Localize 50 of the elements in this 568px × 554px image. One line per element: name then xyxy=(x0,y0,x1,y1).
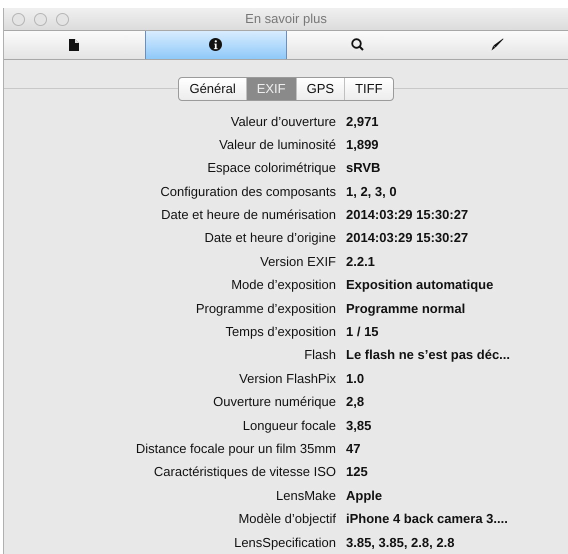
property-label: Espace colorimétrique xyxy=(206,159,336,178)
property-value: 2014:03:29 15:30:27 xyxy=(346,229,468,248)
property-value: 1 / 15 xyxy=(346,323,379,342)
property-label: Valeur d’ouverture xyxy=(230,112,336,131)
property-label: LensSpecification xyxy=(233,534,336,552)
property-label: Date et heure de numérisation xyxy=(160,206,336,224)
window-control-button[interactable] xyxy=(34,13,47,26)
segment-tab[interactable]: TIFF xyxy=(344,78,393,100)
property-label: Ouverture numérique xyxy=(212,393,336,412)
property-label: Version EXIF xyxy=(259,252,336,271)
pen-icon xyxy=(491,38,504,52)
property-value: 1.0 xyxy=(346,370,364,388)
property-value: 3.85, 3.85, 2.8, 2.8 xyxy=(346,534,454,552)
window-control-button[interactable] xyxy=(12,13,25,26)
property-label: Configuration des composants xyxy=(159,182,336,201)
property-label: Caractéristiques de vitesse ISO xyxy=(152,463,336,482)
property-label: Programme d’exposition xyxy=(194,300,336,318)
segment-tab[interactable]: GPS xyxy=(296,78,344,100)
property-value: 3,85 xyxy=(346,416,372,435)
property-value: 1,899 xyxy=(346,136,379,154)
property-value: 2,971 xyxy=(346,112,379,131)
property-value: iPhone 4 back camera 3.... xyxy=(346,510,508,528)
property-value: 2.2.1 xyxy=(346,252,375,271)
property-label: Longueur focale xyxy=(242,416,336,435)
info-icon xyxy=(209,38,222,52)
document-icon xyxy=(69,38,80,51)
property-label: Date et heure d’origine xyxy=(203,229,336,248)
property-label: Mode d’exposition xyxy=(230,276,336,294)
window-title: En savoir plus xyxy=(245,10,327,28)
window-control-button[interactable] xyxy=(56,13,69,26)
property-value: sRVB xyxy=(346,159,380,178)
property-label: Distance focale pour un film 35mm xyxy=(134,440,336,458)
property-label: Temps d’exposition xyxy=(224,323,336,342)
property-label: Modèle d’objectif xyxy=(237,510,336,528)
property-label: LensMake xyxy=(275,486,336,505)
property-label: Valeur de luminosité xyxy=(218,136,336,154)
search-icon xyxy=(350,38,364,52)
property-label: Version FlashPix xyxy=(238,370,336,388)
property-value: Apple xyxy=(346,486,382,505)
property-value: 47 xyxy=(346,440,360,458)
property-value: Programme normal xyxy=(346,300,466,318)
toolbar-tab[interactable] xyxy=(144,30,287,59)
property-value: 2,8 xyxy=(346,393,364,412)
property-value: 125 xyxy=(346,463,368,482)
segment-tab[interactable]: Général xyxy=(179,78,246,100)
property-value: Exposition automatique xyxy=(346,276,494,294)
property-label: Flash xyxy=(303,346,336,364)
property-value: 2014:03:29 15:30:27 xyxy=(346,206,468,224)
property-value: Le flash ne s’est pas déc... xyxy=(346,346,510,364)
property-value: 1, 2, 3, 0 xyxy=(346,182,397,201)
